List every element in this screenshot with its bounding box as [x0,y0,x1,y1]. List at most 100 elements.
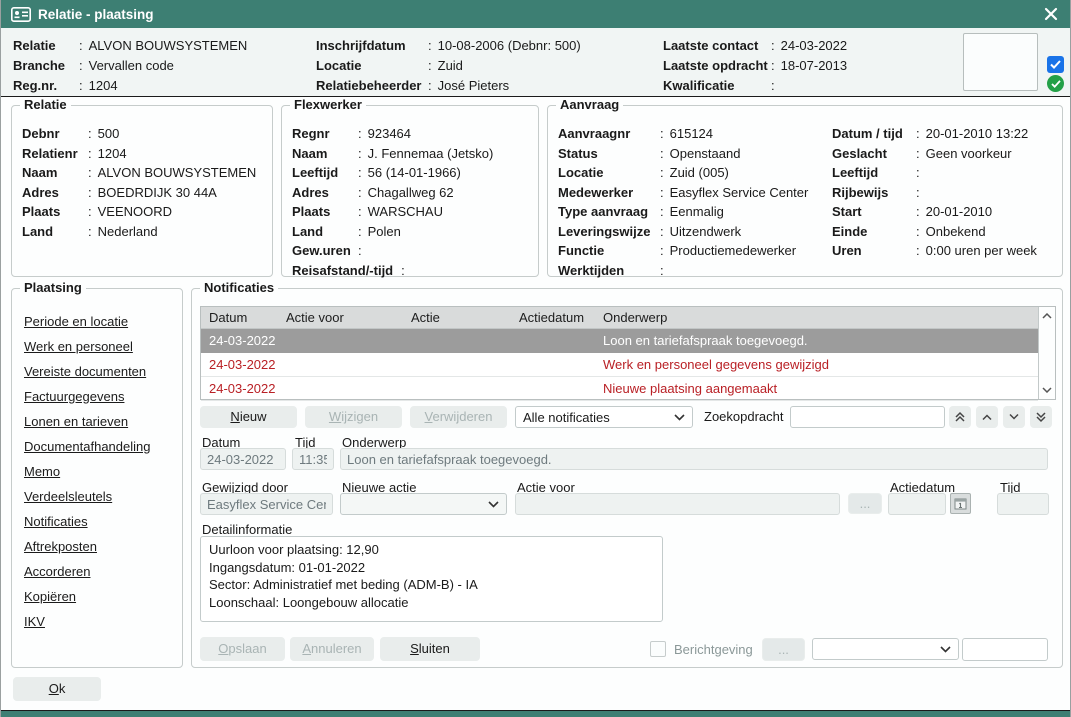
nav-link-accorderen[interactable]: Accorderen [24,559,182,584]
scroll-up-icon[interactable] [1041,310,1054,322]
field-value: Vervallen code [89,56,174,76]
gewijzigd-door-input[interactable] [200,493,333,515]
first-record-button[interactable] [949,406,971,428]
field-value: Uitzendwerk [670,222,742,242]
zoekopdracht-input[interactable] [790,406,945,428]
checkbox-checked-icon[interactable] [1047,56,1064,73]
nav-link-werk-en-personeel[interactable]: Werk en personeel [24,334,182,359]
colon: : [428,76,432,96]
table-scrollbar[interactable] [1038,307,1055,399]
colon: : [916,163,920,183]
field-label: Leeftijd [292,163,358,183]
next-record-button[interactable] [1003,406,1025,428]
field-label: Laatste contact [663,36,771,56]
field-label: Locatie [316,56,428,76]
notificatie-filter-select[interactable]: Alle notificaties [515,406,693,428]
tijd-input[interactable] [292,448,334,470]
nav-link-verdeelsleutels[interactable]: Verdeelsleutels [24,484,182,509]
field-value: ALVON BOUWSYSTEMEN [89,36,248,56]
colon: : [358,163,362,183]
table-row[interactable]: 24-03-2022 Loon en tariefafspraak toegev… [201,329,1038,353]
field-value: 24-03-2022 [781,36,848,56]
detail-line: Loonschaal: Loongebouw allocatie [209,594,654,612]
selected-option: Alle notificaties [523,410,610,425]
berichtgeving-browse-button[interactable]: ... [762,638,805,661]
field-label: Type aanvraag [558,202,660,222]
field-value: Polen [368,222,401,242]
field-label: Functie [558,241,660,261]
field-label: Adres [292,183,358,203]
scroll-down-icon[interactable] [1041,384,1054,396]
nav-link-documentafhandeling[interactable]: Documentafhandeling [24,434,182,459]
actie-voor-input[interactable] [515,493,840,515]
last-record-button[interactable] [1030,406,1052,428]
verwijderen-button[interactable]: Verwijderen [410,406,507,428]
opslaan-button[interactable]: Opslaan [200,637,285,661]
header-column-relatie: Relatie:ALVON BOUWSYSTEMEN Branche:Verva… [13,36,247,96]
nav-link-vereiste-documenten[interactable]: Vereiste documenten [24,359,182,384]
nav-link-ikv[interactable]: IKV [24,609,182,634]
field-label: Naam [292,144,358,164]
calendar-icon[interactable] [950,493,971,514]
colon: : [358,183,362,203]
dialog-relatie-plaatsing: Relatie - plaatsing Relatie: ALVON BOUWSY… [0,0,1071,717]
onderwerp-input[interactable] [340,448,1048,470]
approved-badge-icon [1047,75,1064,92]
nav-link-aftrekposten[interactable]: Aftrekposten [24,534,182,559]
header-column-inschrijving: Inschrijfdatum:10-08-2006 (Debnr: 500) L… [316,36,581,96]
groupbox-title: Relatie [20,97,71,112]
window-bottom-strip [1,710,1071,717]
table-row[interactable]: 24-03-2022 Nieuwe plaatsing aangemaakt [201,377,1038,401]
actiedatum-input[interactable] [888,493,946,515]
field-label: Laatste opdracht [663,56,771,76]
field-label: Relatienr [22,144,88,164]
close-icon[interactable] [1040,3,1062,25]
colon: : [916,241,920,261]
nav-link-lonen-en-tarieven[interactable]: Lonen en tarieven [24,409,182,434]
berichtgeving-extra-input[interactable] [962,638,1048,661]
window-title: Relatie - plaatsing [38,7,154,22]
colon: : [660,183,664,203]
colon: : [771,76,775,96]
column-header: Actiedatum [511,307,595,328]
field-value: Eenmalig [670,202,724,222]
nieuw-button[interactable]: Nieuw [200,406,297,428]
nav-link-notificaties[interactable]: Notificaties [24,509,182,534]
field-label: Land [22,222,88,242]
table-row[interactable]: 24-03-2022 Werk en personeel gegevens ge… [201,353,1038,377]
nav-link-factuurgegevens[interactable]: Factuurgegevens [24,384,182,409]
contact-card-icon [11,7,31,22]
annuleren-button[interactable]: Annuleren [290,637,374,661]
berichtgeving-checkbox[interactable] [650,641,666,657]
actie-voor-browse-button[interactable]: ... [848,493,882,514]
ok-button[interactable]: Ok [13,677,101,701]
previous-record-button[interactable] [976,406,998,428]
cell-onderwerp: Loon en tariefafspraak toegevoegd. [595,329,1038,352]
field-label: Regnr [292,124,358,144]
colon: : [916,144,920,164]
field-label: Reg.nr. [13,76,79,96]
field-value: Geen voorkeur [926,144,1012,164]
colon: : [358,241,362,261]
nav-link-memo[interactable]: Memo [24,459,182,484]
field-label: Leeftijd [832,163,916,183]
datum-input[interactable] [200,448,286,470]
sluiten-button[interactable]: Sluiten [380,637,480,661]
cell-actie-voor [278,377,403,400]
field-value: Nederland [98,222,158,242]
field-value: 500 [98,124,120,144]
actie-tijd-input[interactable] [997,493,1049,515]
nav-link-periode-en-locatie[interactable]: Periode en locatie [24,309,182,334]
nav-link-kopieren[interactable]: Kopiëren [24,584,182,609]
colon: : [916,222,920,242]
colon: : [660,144,664,164]
colon: : [660,163,664,183]
colon: : [916,124,920,144]
wijzigen-button[interactable]: Wijzigen [305,406,402,428]
berichtgeving-select[interactable] [812,638,959,660]
colon: : [358,202,362,222]
colon: : [401,261,405,281]
colon: : [79,76,83,96]
field-label: Geslacht [832,144,916,164]
nieuwe-actie-select[interactable] [340,493,507,515]
